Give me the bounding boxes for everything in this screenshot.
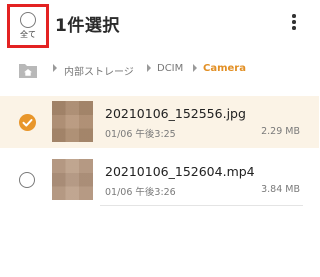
breadcrumb: 内部ストレージ DCIM Camera xyxy=(0,56,319,86)
selection-count-title: 1件選択 xyxy=(55,16,120,36)
list-divider xyxy=(100,205,303,206)
select-all-radio-icon[interactable] xyxy=(20,12,36,28)
breadcrumb-chevron-icon xyxy=(147,64,151,72)
checked-icon[interactable] xyxy=(19,114,36,131)
file-name: 20210106_152556.jpg xyxy=(105,106,246,121)
breadcrumb-item-camera: Camera xyxy=(203,63,246,74)
file-size: 2.29 MB xyxy=(261,126,300,137)
file-thumbnail xyxy=(52,159,93,200)
file-size: 3.84 MB xyxy=(261,184,300,195)
select-all-button[interactable]: 全て xyxy=(7,4,49,48)
top-app-bar: 全て 1件選択 xyxy=(0,0,319,50)
file-date: 01/06 午後3:25 xyxy=(105,129,176,140)
breadcrumb-item-internal-storage[interactable]: 内部ストレージ xyxy=(64,63,134,78)
file-date: 01/06 午後3:26 xyxy=(105,187,176,198)
more-vert-icon[interactable] xyxy=(287,14,301,34)
breadcrumb-chevron-icon xyxy=(193,64,197,72)
unchecked-radio-icon[interactable] xyxy=(19,172,35,188)
select-all-label: 全て xyxy=(20,30,36,39)
breadcrumb-item-dcim[interactable]: DCIM xyxy=(157,63,183,74)
breadcrumb-chevron-icon xyxy=(53,64,57,72)
file-name: 20210106_152604.mp4 xyxy=(105,164,255,179)
file-row[interactable]: 20210106_152604.mp4 01/06 午後3:26 3.84 MB xyxy=(0,154,319,206)
file-thumbnail xyxy=(52,101,93,142)
folder-home-icon[interactable] xyxy=(18,61,38,79)
file-row[interactable]: 20210106_152556.jpg 01/06 午後3:25 2.29 MB xyxy=(0,96,319,148)
